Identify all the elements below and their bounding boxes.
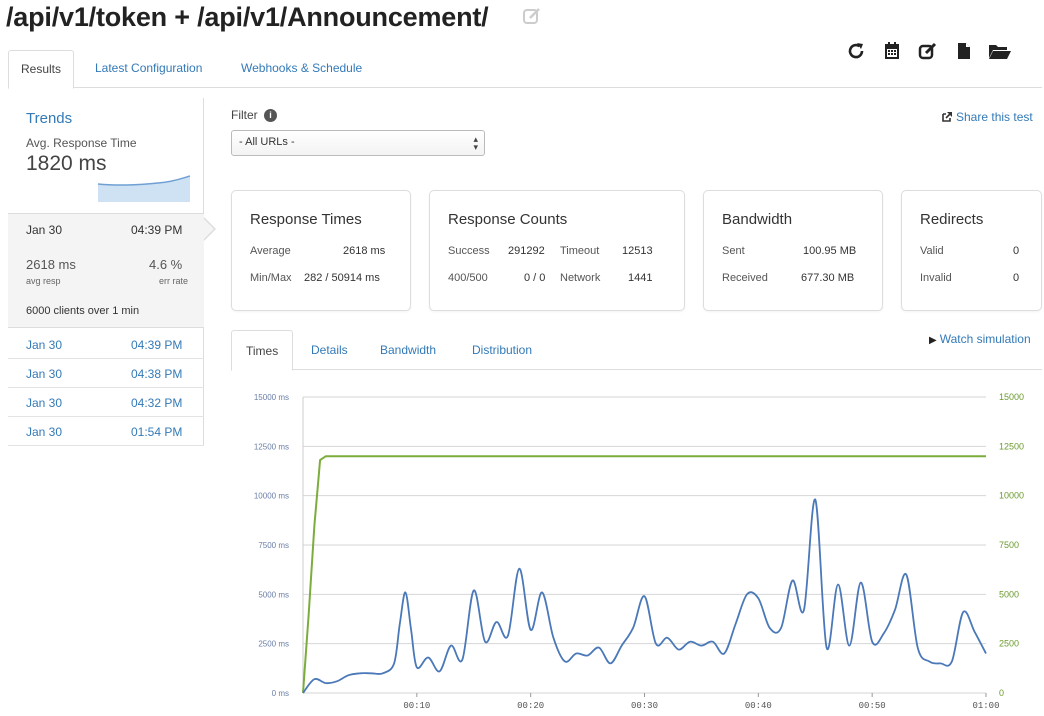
y2-axis-tick-label: 2500	[999, 639, 1019, 649]
chart-tabs: Times Details Bandwidth Distribution	[231, 330, 1042, 371]
y2-axis-tick-label: 12500	[999, 441, 1024, 451]
y-axis-tick-label: 10000 ms	[254, 492, 289, 501]
minmax-label: Min/Max	[250, 272, 292, 284]
received-label: Received	[722, 272, 768, 284]
trends-title[interactable]: Trends	[26, 110, 72, 127]
clients-series-line	[302, 455, 986, 694]
x-axis-tick-label: 00:30	[631, 701, 658, 711]
tab-distribution[interactable]: Distribution	[458, 330, 546, 370]
run-row[interactable]: Jan 30 04:32 PM	[8, 388, 204, 417]
err-rate-value: 4.6 %	[149, 257, 183, 272]
y-axis-tick-label: 7500 ms	[258, 541, 289, 550]
run-time: 01:54 PM	[131, 425, 183, 439]
valid-value: 0	[1013, 245, 1020, 257]
success-label: Success	[448, 245, 490, 257]
timeout-label: Timeout	[560, 245, 600, 257]
valid-label: Valid	[920, 245, 944, 257]
run-row[interactable]: Jan 30 04:38 PM	[8, 359, 204, 388]
url-filter-select[interactable]: - All URLs - ▴ ▾	[231, 130, 485, 156]
y2-axis-tick-label: 5000	[999, 589, 1019, 599]
tab-times[interactable]: Times	[231, 330, 294, 371]
y-axis-tick-label: 5000 ms	[258, 590, 289, 599]
x-axis-tick-label: 01:00	[972, 701, 999, 711]
info-icon[interactable]: i	[264, 109, 277, 122]
avg-resp-value: 2618 ms	[26, 257, 76, 272]
y2-axis-tick-label: 7500	[999, 540, 1019, 550]
sent-value: 100.95 MB	[803, 245, 857, 257]
received-value: 677.30 MB	[801, 272, 855, 284]
run-date: Jan 30	[26, 396, 63, 410]
x-axis-tick-label: 00:10	[403, 701, 430, 711]
response-counts-title: Response Counts	[448, 211, 568, 228]
redirects-title: Redirects	[920, 211, 984, 228]
y2-axis-tick-label: 15000	[999, 392, 1024, 402]
run-date: Jan 30	[26, 338, 63, 352]
err-rate-label: err rate	[159, 276, 189, 286]
tab-bandwidth[interactable]: Bandwidth	[366, 330, 450, 370]
run-row[interactable]: Jan 30 04:39 PM	[8, 330, 204, 359]
trends-subtitle: Avg. Response Time	[26, 136, 137, 150]
x-axis-tick-label: 00:40	[745, 701, 772, 711]
response-times-title: Response Times	[250, 211, 362, 228]
run-time: 04:32 PM	[131, 396, 183, 410]
y-axis-tick-label: 2500 ms	[258, 640, 289, 649]
y2-axis-tick-label: 10000	[999, 491, 1024, 501]
invalid-value: 0	[1013, 272, 1020, 284]
x-axis-tick-label: 00:20	[517, 701, 544, 711]
run-time: 04:38 PM	[131, 367, 183, 381]
y-axis-tick-label: 12500 ms	[254, 442, 289, 451]
selected-run-date: Jan 30	[26, 223, 63, 237]
trends-value: 1820 ms	[26, 152, 107, 175]
response-time-series-line	[302, 498, 987, 694]
share-test-link[interactable]: Share this test	[941, 110, 1033, 126]
timeout-value: 12513	[622, 245, 653, 257]
filter-label: Filter	[231, 108, 258, 122]
main-tabs: Results Latest Configuration Webhooks & …	[8, 50, 1042, 89]
page-title: /api/v1/token + /api/v1/Announcement/	[6, 2, 489, 32]
errors-value: 0 / 0	[524, 272, 546, 284]
trend-sparkline	[98, 175, 190, 202]
y-axis-tick-label: 0 ms	[272, 689, 289, 698]
tab-webhooks-schedule[interactable]: Webhooks & Schedule	[229, 50, 374, 88]
sent-label: Sent	[722, 245, 745, 257]
errors-label: 400/500	[448, 272, 488, 284]
select-arrows-icon: ▴ ▾	[473, 134, 478, 152]
run-row[interactable]: Jan 30 01:54 PM	[8, 417, 204, 446]
run-time: 04:39 PM	[131, 338, 183, 352]
clients-summary: 6000 clients over 1 min	[26, 305, 140, 317]
average-label: Average	[250, 245, 291, 257]
edit-title-icon[interactable]	[522, 6, 542, 26]
x-axis-tick-label: 00:50	[859, 701, 886, 711]
play-icon: ▶	[929, 335, 937, 346]
run-date: Jan 30	[26, 367, 63, 381]
tab-latest-configuration[interactable]: Latest Configuration	[83, 50, 214, 88]
average-value: 2618 ms	[343, 245, 386, 257]
avg-resp-label: avg resp	[26, 276, 61, 286]
bandwidth-title: Bandwidth	[722, 211, 793, 228]
tab-results[interactable]: Results	[8, 50, 75, 89]
tab-details[interactable]: Details	[297, 330, 362, 370]
y-axis-tick-label: 15000 ms	[254, 393, 289, 402]
run-date: Jan 30	[26, 425, 63, 439]
share-test-label: Share this test	[956, 110, 1033, 124]
watch-simulation-label: Watch simulation	[939, 332, 1031, 346]
invalid-label: Invalid	[920, 272, 952, 284]
network-label: Network	[560, 272, 601, 284]
url-filter-value: - All URLs -	[239, 136, 295, 148]
network-value: 1441	[628, 272, 653, 284]
selected-run-time: 04:39 PM	[131, 223, 183, 237]
response-time-chart: 0 ms 0 2500 ms 2500 5000 ms 5000 7500 ms 7500 10…	[254, 392, 1024, 711]
success-value: 291292	[508, 245, 545, 257]
share-icon	[941, 111, 953, 126]
selected-run-pointer	[203, 218, 214, 240]
minmax-value: 282 / 50914 ms	[304, 272, 380, 284]
watch-simulation-link[interactable]: ▶ Watch simulation	[929, 332, 1031, 346]
y2-axis-tick-label: 0	[999, 688, 1004, 698]
